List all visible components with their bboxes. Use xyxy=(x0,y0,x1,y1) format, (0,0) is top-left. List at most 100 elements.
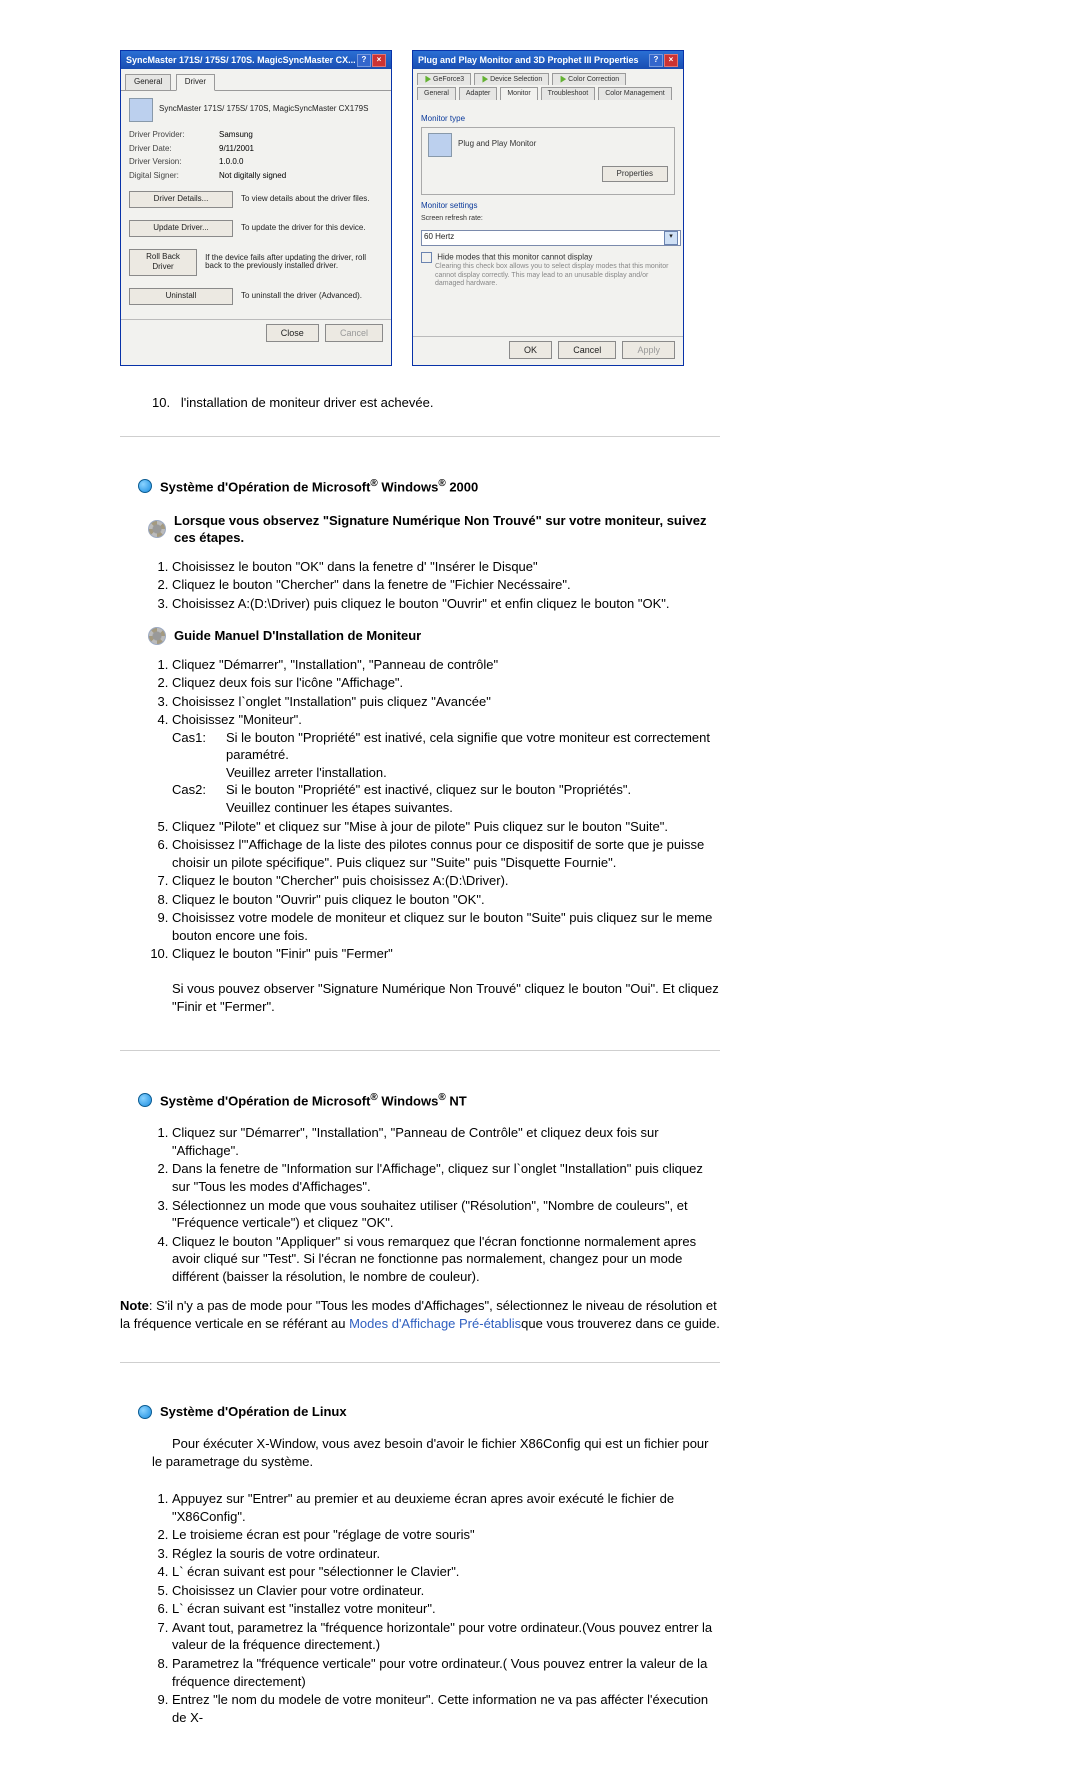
help-icon[interactable]: ? xyxy=(357,54,371,67)
list-item: Sélectionnez un mode que vous souhaitez … xyxy=(172,1197,720,1232)
divider xyxy=(120,1362,720,1363)
list-item: Dans la fenetre de "Information sur l'Af… xyxy=(172,1160,720,1195)
list-item: Cliquez "Démarrer", "Installation", "Pan… xyxy=(172,656,720,674)
list-item: Cliquez deux fois sur l'icône "Affichage… xyxy=(172,674,720,692)
tab-adapter[interactable]: Adapter xyxy=(459,87,498,99)
uninstall-button[interactable]: Uninstall xyxy=(129,288,233,305)
driver-info-row: Driver Date:9/11/2001 xyxy=(129,144,383,155)
section-title-windows-2000: Système d'Opération de Microsoft® Window… xyxy=(160,477,478,496)
button-description: To view details about the driver files. xyxy=(241,194,370,205)
monitor-icon xyxy=(129,98,153,122)
properties-button[interactable]: Properties xyxy=(602,166,668,183)
apply-button: Apply xyxy=(622,341,675,359)
hide-modes-checkbox[interactable]: Hide modes that this monitor cannot disp… xyxy=(421,252,675,263)
linux-intro: Pour éxécuter X-Window, vous avez besoin… xyxy=(152,1435,720,1470)
monitor-model-name: SyncMaster 171S/ 175S/ 170S, MagicSyncMa… xyxy=(159,104,368,115)
screenshot-row: SyncMaster 171S/ 175S/ 170S. MagicSyncMa… xyxy=(120,50,720,366)
tab-monitor[interactable]: Monitor xyxy=(500,87,537,99)
list-item: Cliquez le bouton "Ouvrir" puis cliquez … xyxy=(172,891,720,909)
list-item: Réglez la souris de votre ordinateur. xyxy=(172,1545,720,1563)
manual-install-steps-list: Cliquez "Démarrer", "Installation", "Pan… xyxy=(150,656,720,1016)
tab-color-management[interactable]: Color Management xyxy=(598,87,672,99)
list-item: Choisissez "Moniteur". Cas1: Si le bouto… xyxy=(172,711,720,816)
divider xyxy=(120,1050,720,1051)
section-title-windows-nt: Système d'Opération de Microsoft® Window… xyxy=(160,1091,467,1110)
list-item: Appuyez sur "Entrer" au premier et au de… xyxy=(172,1490,720,1525)
dialog-title: Plug and Play Monitor and 3D Prophet III… xyxy=(418,54,639,66)
list-item: Cliquez le bouton "Chercher" puis choisi… xyxy=(172,872,720,890)
tab-device-selection[interactable]: Device Selection xyxy=(474,73,549,85)
list-item: Choisissez l'"Affichage de la liste des … xyxy=(172,836,720,871)
window-controls: ? × xyxy=(356,54,386,67)
list-item: Entrez "le nom du modele de votre monite… xyxy=(172,1691,720,1726)
tab-geforce3[interactable]: GeForce3 xyxy=(417,73,471,85)
close-icon[interactable]: × xyxy=(664,54,678,67)
case-key: Cas2: xyxy=(172,781,226,816)
dialog-title: SyncMaster 171S/ 175S/ 170S. MagicSyncMa… xyxy=(126,54,356,66)
list-item: Cliquez le bouton "Finir" puis "Fermer" … xyxy=(172,945,720,1015)
list-item: Le troisieme écran est pour "réglage de … xyxy=(172,1526,720,1544)
cancel-button: Cancel xyxy=(325,324,383,342)
monitor-settings-label: Monitor settings xyxy=(421,201,675,212)
list-item: Cliquez le bouton "Chercher" dans la fen… xyxy=(172,576,720,594)
refresh-rate-label: Screen refresh rate: xyxy=(421,214,675,223)
rollback-driver-button[interactable]: Roll Back Driver xyxy=(129,249,197,277)
list-item: Parametrez la "fréquence verticale" pour… xyxy=(172,1655,720,1690)
refresh-rate-value: 60 Hertz xyxy=(424,232,454,243)
tab-general[interactable]: General xyxy=(125,74,171,90)
button-description: If the device fails after updating the d… xyxy=(205,254,383,272)
section-bullet-icon xyxy=(138,1405,152,1419)
case-text: Si le bouton "Propriété" est inactivé, c… xyxy=(226,781,720,799)
section-title-linux: Système d'Opération de Linux xyxy=(160,1403,347,1421)
help-icon[interactable]: ? xyxy=(649,54,663,67)
gear-icon xyxy=(148,520,166,538)
tab-color-correction[interactable]: Color Correction xyxy=(552,73,626,85)
driver-info-row: Digital Signer:Not digitally signed xyxy=(129,171,383,182)
monitor-type-label: Monitor type xyxy=(421,114,675,125)
button-description: To uninstall the driver (Advanced). xyxy=(241,291,362,302)
case-text: Si le bouton "Propriété" est inativé, ce… xyxy=(226,729,720,764)
linux-steps-list: Appuyez sur "Entrer" au premier et au de… xyxy=(150,1490,720,1726)
list-item: Choisissez l`onglet "Installation" puis … xyxy=(172,693,720,711)
section-bullet-icon xyxy=(138,1093,152,1107)
list-item: L` écran suivant est pour "sélectionner … xyxy=(172,1563,720,1581)
document-page: SyncMaster 171S/ 175S/ 170S. MagicSyncMa… xyxy=(0,0,840,1778)
list-item: Choisissez le bouton "OK" dans la fenetr… xyxy=(172,558,720,576)
driver-info-row: Driver Version:1.0.0.0 xyxy=(129,157,383,168)
list-item: Cliquez sur "Démarrer", "Installation", … xyxy=(172,1124,720,1159)
list-item: Choisissez un Clavier pour votre ordinat… xyxy=(172,1582,720,1600)
install-complete-line: 10. l'installation de moniteur driver es… xyxy=(152,394,720,412)
list-item: Avant tout, parametrez la "fréquence hor… xyxy=(172,1619,720,1654)
close-icon[interactable]: × xyxy=(372,54,386,67)
cancel-button[interactable]: Cancel xyxy=(558,341,616,359)
hide-modes-description: Clearing this check box allows you to se… xyxy=(435,263,675,288)
preset-modes-link[interactable]: Modes d'Affichage Pré-établis xyxy=(349,1316,521,1331)
monitor-name: Plug and Play Monitor xyxy=(458,139,536,150)
divider xyxy=(120,436,720,437)
list-item: Choisissez A:(D:\Driver) puis cliquez le… xyxy=(172,595,720,613)
case-text: Veuillez continuer les étapes suivantes. xyxy=(226,799,720,817)
window-controls: ? × xyxy=(648,54,678,67)
nt-note: Note: S'il n'y a pas de mode pour "Tous … xyxy=(120,1297,720,1332)
display-properties-dialog: Plug and Play Monitor and 3D Prophet III… xyxy=(412,50,684,366)
refresh-rate-select[interactable]: 60 Hertz ▾ xyxy=(421,230,681,246)
hide-modes-label: Hide modes that this monitor cannot disp… xyxy=(437,252,592,261)
tab-driver[interactable]: Driver xyxy=(176,74,215,91)
tab-troubleshoot[interactable]: Troubleshoot xyxy=(541,87,596,99)
chevron-down-icon: ▾ xyxy=(664,231,678,245)
case-text: Veuillez arreter l'installation. xyxy=(226,764,720,782)
close-button[interactable]: Close xyxy=(266,324,319,342)
subsection-title-manual-install: Guide Manuel D'Installation de Moniteur xyxy=(174,627,421,645)
driver-info-row: Driver Provider:Samsung xyxy=(129,130,383,141)
subsection-title-signature: Lorsque vous observez "Signature Numériq… xyxy=(174,512,720,547)
list-item: Cliquez le bouton "Appliquer" si vous re… xyxy=(172,1233,720,1286)
section-bullet-icon xyxy=(138,479,152,493)
monitor-icon xyxy=(428,133,452,157)
tab-general[interactable]: General xyxy=(417,87,456,99)
ok-button[interactable]: OK xyxy=(509,341,552,359)
driver-details-button[interactable]: Driver Details... xyxy=(129,191,233,208)
checkbox-box xyxy=(421,252,432,263)
nt-steps-list: Cliquez sur "Démarrer", "Installation", … xyxy=(150,1124,720,1285)
list-item: L` écran suivant est "installez votre mo… xyxy=(172,1600,720,1618)
update-driver-button[interactable]: Update Driver... xyxy=(129,220,233,237)
